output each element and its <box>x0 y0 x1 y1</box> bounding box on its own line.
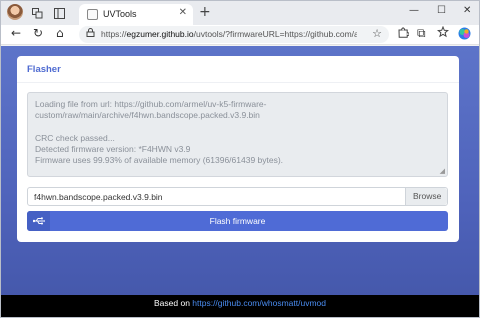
minimize-button[interactable]: — <box>409 5 419 16</box>
card-header: Flasher <box>17 56 459 83</box>
log-line: CRC check passed... <box>35 132 115 143</box>
new-tab-button[interactable]: + <box>199 4 211 20</box>
file-input[interactable]: f4hwn.bandscope.packed.v3.9.bin Browse <box>27 187 448 206</box>
footer-text: Based on https://github.com/whosmatt/uvm… <box>1 298 479 308</box>
browser-toolbar: ← ↻ ⌂ https://egzumer.github.io/uvtools/… <box>1 25 479 45</box>
vertical-tabs-icon[interactable] <box>51 5 67 21</box>
log-line: custom/raw/main/archive/f4hwn.bandscope.… <box>35 110 260 121</box>
card-title: Flasher <box>27 64 61 75</box>
flash-firmware-button[interactable]: Flash firmware <box>27 211 448 231</box>
url-text: https://egzumer.github.io/uvtools/?firmw… <box>101 29 357 39</box>
footer-prefix: Based on <box>154 298 193 308</box>
close-window-button[interactable]: ✕ <box>463 5 471 16</box>
copilot-icon[interactable] <box>458 27 471 43</box>
tab-close-icon[interactable]: ✕ <box>179 7 187 18</box>
page-favicon-icon <box>87 9 98 20</box>
page-content: Flasher Loading file from url: https://g… <box>1 46 479 317</box>
browser-window: UVTools ✕ + — ☐ ✕ ← ↻ ⌂ https://egzumer.… <box>0 0 480 318</box>
url-host: egzumer.github.io <box>126 29 194 39</box>
log-line: Loading file from url: https://github.co… <box>35 99 267 109</box>
flash-firmware-label: Flash firmware <box>209 216 266 226</box>
uvmod-link[interactable]: https://github.com/whosmatt/uvmod <box>192 298 326 308</box>
favorite-star-icon[interactable]: ☆ <box>372 27 382 40</box>
log-line: Firmware uses 99.93% of available memory… <box>35 155 284 166</box>
address-bar[interactable]: https://egzumer.github.io/uvtools/?firmw… <box>79 26 389 43</box>
home-icon[interactable]: ⌂ <box>56 26 64 40</box>
footer: Based on https://github.com/whosmatt/uvm… <box>1 295 479 317</box>
site-info-icon[interactable] <box>86 28 95 40</box>
split-screen-icon[interactable]: ⧉ <box>417 26 426 41</box>
maximize-button[interactable]: ☐ <box>437 5 446 16</box>
selected-filename: f4hwn.bandscope.packed.v3.9.bin <box>34 192 163 202</box>
workspaces-icon[interactable] <box>29 5 45 21</box>
log-line: Detected firmware version: *F4HWN v3.9 <box>35 144 191 155</box>
flasher-card: Flasher Loading file from url: https://g… <box>17 56 459 242</box>
tab-title: UVTools <box>103 9 137 19</box>
back-icon[interactable]: ← <box>11 26 21 40</box>
title-bar: UVTools ✕ + — ☐ ✕ <box>1 1 479 25</box>
favorites-icon[interactable] <box>436 25 450 41</box>
resize-handle-icon[interactable]: ◢ <box>440 167 445 175</box>
tab-uvtools[interactable]: UVTools ✕ <box>79 4 193 25</box>
extensions-icon[interactable] <box>397 26 410 41</box>
browse-label: Browse <box>413 191 442 201</box>
reload-icon[interactable]: ↻ <box>33 26 43 40</box>
browse-button[interactable]: Browse <box>405 188 447 205</box>
log-textarea[interactable]: Loading file from url: https://github.co… <box>27 92 448 177</box>
profile-avatar[interactable] <box>7 4 23 20</box>
